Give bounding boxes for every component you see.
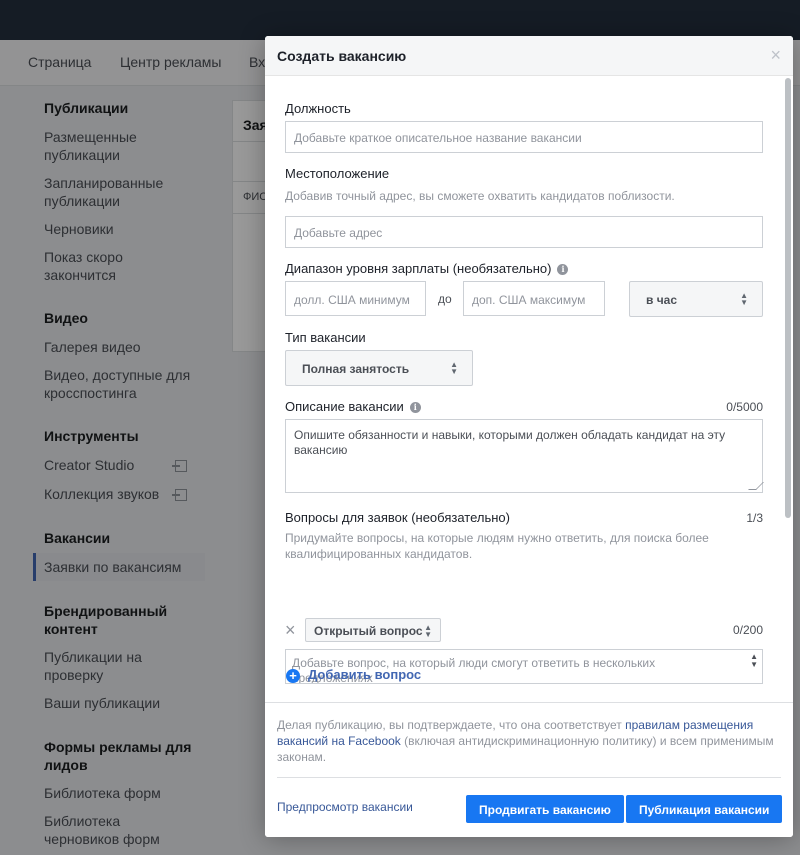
spinner-arrows-icon[interactable]: ▲ ▼ — [750, 653, 758, 669]
info-icon[interactable]: i — [409, 402, 421, 414]
salary-period-value: в час — [646, 293, 678, 307]
divider — [277, 777, 781, 778]
description-label: Описание вакансии i — [285, 399, 421, 414]
description-counter: 0/5000 — [726, 400, 763, 414]
description-label-text: Описание вакансии — [285, 399, 404, 414]
scrollbar[interactable] — [785, 78, 791, 518]
terms-text: Делая публикацию, вы подтверждаете, что … — [277, 717, 781, 765]
salary-label: Диапазон уровня зарплаты (необязательно)… — [285, 261, 569, 276]
add-question-button[interactable]: + Добавить вопрос — [286, 667, 421, 683]
job-type-label: Тип вакансии — [285, 330, 366, 345]
resize-handle-icon[interactable] — [748, 482, 764, 490]
sort-arrows-icon: ▲ ▼ — [740, 291, 748, 307]
dialog-title: Создать вакансию — [277, 48, 407, 64]
salary-period-select[interactable]: в час ▲ ▼ — [629, 281, 763, 317]
publish-job-button[interactable]: Публикация вакансии — [626, 795, 783, 823]
info-icon[interactable]: i — [557, 264, 569, 276]
promote-job-button[interactable]: Продвигать вакансию — [466, 795, 624, 823]
description-placeholder: Опишите обязанности и навыки, которыми д… — [294, 428, 726, 457]
questions-label: Вопросы для заявок (необязательно) — [285, 510, 510, 525]
sort-arrows-icon: ▲ ▼ — [450, 360, 458, 376]
remove-question-icon[interactable]: × — [285, 621, 296, 639]
description-textarea[interactable]: Опишите обязанности и навыки, которыми д… — [285, 419, 764, 493]
salary-min-input[interactable]: долл. США минимум — [285, 281, 426, 316]
dialog-footer: Делая публикацию, вы подтверждаете, что … — [265, 702, 793, 837]
questions-hint: Придумайте вопросы, на которые людям нуж… — [285, 531, 709, 561]
position-input[interactable]: Добавьте краткое описательное название в… — [285, 121, 763, 153]
terms-before: Делая публикацию, вы подтверждаете, что … — [277, 718, 626, 732]
location-label: Местоположение — [285, 166, 390, 181]
question-type-value: Открытый вопрос — [314, 624, 423, 638]
questions-counter: 1/3 — [746, 511, 763, 525]
salary-max-input[interactable]: доп. США максимум — [463, 281, 605, 316]
job-type-select[interactable]: Полная занятость ▲ ▼ — [285, 350, 473, 386]
plus-icon: + — [286, 668, 300, 683]
preview-job-link[interactable]: Предпросмотр вакансии — [277, 800, 413, 814]
question-char-counter: 0/200 — [732, 623, 763, 637]
sort-arrows-icon: ▲ ▼ — [424, 623, 432, 639]
add-question-label: Добавить вопрос — [308, 667, 422, 682]
salary-label-text: Диапазон уровня зарплаты (необязательно) — [285, 261, 552, 276]
create-job-dialog: Создать вакансию × Должность Добавьте кр… — [265, 36, 793, 837]
dialog-body: Должность Добавьте краткое описательное … — [265, 76, 793, 702]
job-type-value: Полная занятость — [302, 362, 410, 376]
close-icon[interactable]: × — [770, 46, 781, 64]
dialog-header: Создать вакансию × — [265, 36, 793, 76]
salary-to-label: до — [438, 292, 452, 306]
location-hint: Добавив точный адрес, вы сможете охватит… — [285, 189, 675, 203]
position-label: Должность — [285, 101, 351, 116]
question-type-select[interactable]: Открытый вопрос ▲ ▼ — [305, 618, 441, 642]
location-input[interactable]: Добавьте адрес — [285, 216, 763, 248]
